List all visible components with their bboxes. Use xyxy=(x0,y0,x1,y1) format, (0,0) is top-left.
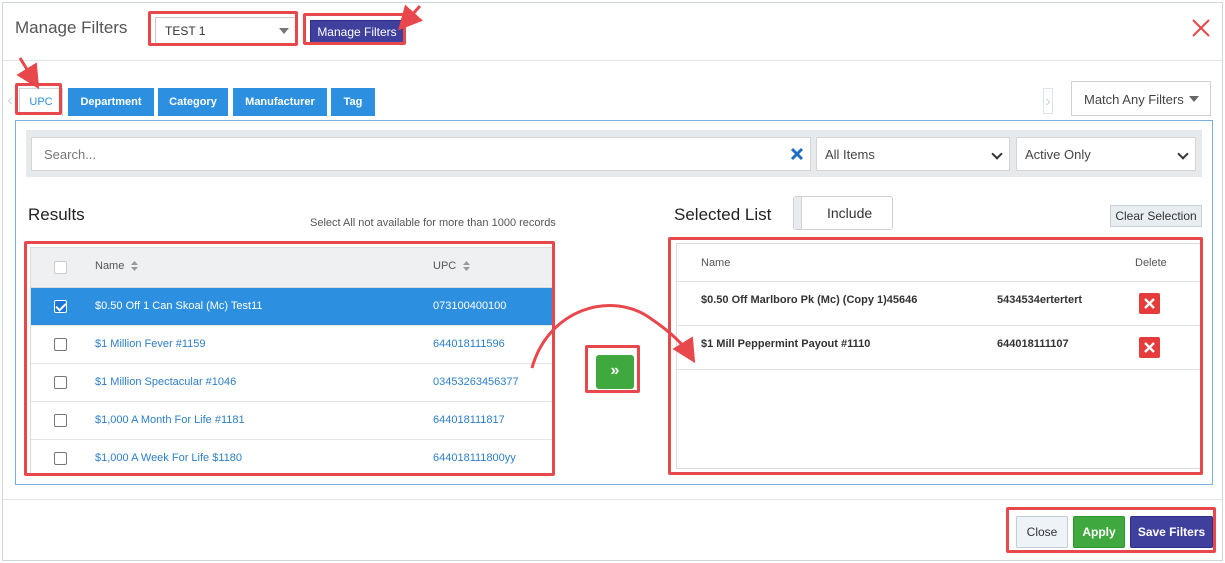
delete-button[interactable] xyxy=(1139,337,1160,358)
tab-scroll-right-icon[interactable]: › xyxy=(1043,88,1053,114)
clear-selection-button[interactable]: Clear Selection xyxy=(1110,205,1202,227)
row-checkbox[interactable] xyxy=(54,414,67,427)
double-chevron-right-icon: » xyxy=(610,362,620,379)
close-icon xyxy=(1144,342,1155,353)
save-filters-button[interactable]: Save Filters xyxy=(1130,516,1213,548)
selected-item-upc: 644018111107 xyxy=(997,338,1069,350)
list-item: $0.50 Off Marlboro Pk (Mc) (Copy 1)45646… xyxy=(677,282,1202,326)
row-name: $1,000 A Week For Life $1180 xyxy=(95,452,242,464)
select-all-checkbox[interactable] xyxy=(54,261,67,274)
table-row[interactable]: $1 Million Spectacular #1046 03453263456… xyxy=(31,364,553,402)
column-header-name: Name xyxy=(701,257,731,269)
row-checkbox[interactable] xyxy=(54,452,67,465)
manage-filters-modal: Manage Filters TEST 1 Manage Filters ‹ U… xyxy=(2,2,1223,561)
column-upc-label: UPC xyxy=(433,260,457,272)
close-icon[interactable] xyxy=(1190,17,1212,39)
column-name-label: Name xyxy=(95,260,125,272)
row-upc: 644018111800yy xyxy=(433,452,516,464)
row-checkbox[interactable] xyxy=(54,376,67,389)
row-upc: 644018111817 xyxy=(433,414,505,426)
row-upc: 03453263456377 xyxy=(433,376,519,388)
close-icon xyxy=(1144,298,1155,309)
match-mode-value: Match Any Filters xyxy=(1084,92,1184,107)
search-bar: Search... All Items Active Only xyxy=(26,130,1202,177)
chevron-down-icon xyxy=(991,148,1003,160)
items-select-value: All Items xyxy=(825,147,875,162)
close-button[interactable]: Close xyxy=(1016,516,1068,548)
caret-down-icon xyxy=(1189,96,1199,102)
tab-department[interactable]: Department xyxy=(68,88,154,116)
search-placeholder: Search... xyxy=(44,147,97,162)
apply-button[interactable]: Apply xyxy=(1073,516,1125,548)
delete-button[interactable] xyxy=(1139,293,1160,314)
tab-category[interactable]: Category xyxy=(158,88,228,116)
row-name: $1 Million Spectacular #1046 xyxy=(95,376,237,388)
tab-tag[interactable]: Tag xyxy=(331,88,375,116)
tab-scroll-left-icon[interactable]: ‹ xyxy=(5,88,15,114)
chevron-down-icon xyxy=(1177,148,1189,160)
filter-select[interactable]: TEST 1 xyxy=(155,17,297,45)
table-row[interactable]: $1,000 A Week For Life $1180 64401811180… xyxy=(31,440,553,475)
row-name: $1,000 A Month For Life #1181 xyxy=(95,414,245,426)
include-exclude-toggle[interactable]: Include xyxy=(793,196,893,230)
selected-list-title: Selected List xyxy=(674,205,772,224)
manage-filters-button[interactable]: Manage Filters xyxy=(310,20,404,44)
selected-table-header: Name Delete xyxy=(677,244,1202,282)
row-name: $0.50 Off 1 Can Skoal (Mc) Test11 xyxy=(95,300,263,312)
column-header-delete: Delete xyxy=(1135,257,1167,269)
add-to-selected-button[interactable]: » xyxy=(596,355,634,389)
header-divider xyxy=(3,60,1222,61)
table-row[interactable]: $0.50 Off 1 Can Skoal (Mc) Test11 073100… xyxy=(31,288,553,326)
table-row[interactable]: $1 Million Fever #1159 644018111596 xyxy=(31,326,553,364)
modal-title: Manage Filters xyxy=(15,18,128,37)
results-table: Name UPC $0.50 Off 1 Can Skoal (Mc) Test… xyxy=(30,247,554,476)
close-x-icon xyxy=(1192,19,1210,37)
status-select-value: Active Only xyxy=(1025,147,1091,162)
filter-select-value: TEST 1 xyxy=(165,24,206,38)
results-table-header: Name UPC xyxy=(31,248,553,288)
sort-icon xyxy=(131,261,139,272)
footer-divider xyxy=(3,499,1222,500)
row-upc: 644018111596 xyxy=(433,338,505,350)
tab-upc[interactable]: UPC xyxy=(19,88,63,116)
row-checkbox[interactable] xyxy=(54,300,67,313)
selected-list-table: Name Delete $0.50 Off Marlboro Pk (Mc) (… xyxy=(676,243,1203,469)
toggle-label: Include xyxy=(827,205,873,221)
table-row[interactable]: $1,000 A Month For Life #1181 6440181118… xyxy=(31,402,553,440)
caret-down-icon xyxy=(279,28,289,34)
selected-item-name: $0.50 Off Marlboro Pk (Mc) (Copy 1)45646 xyxy=(701,294,918,306)
tab-manufacturer[interactable]: Manufacturer xyxy=(233,88,327,116)
row-name: $1 Million Fever #1159 xyxy=(95,338,206,350)
row-upc: 073100400100 xyxy=(433,300,507,312)
select-all-note: Select All not available for more than 1… xyxy=(310,217,556,229)
column-header-upc[interactable]: UPC xyxy=(433,260,471,272)
column-header-name[interactable]: Name xyxy=(95,260,139,272)
row-checkbox[interactable] xyxy=(54,338,67,351)
status-select[interactable]: Active Only xyxy=(1016,137,1196,171)
selected-item-upc: 5434534ertertert xyxy=(997,294,1083,306)
list-item: $1 Mill Peppermint Payout #1110 64401811… xyxy=(677,326,1202,370)
results-title: Results xyxy=(28,205,85,224)
items-select[interactable]: All Items xyxy=(816,137,1010,171)
clear-search-icon[interactable] xyxy=(790,147,804,161)
search-input[interactable]: Search... xyxy=(31,137,811,171)
selected-item-name: $1 Mill Peppermint Payout #1110 xyxy=(701,338,871,350)
sort-icon xyxy=(463,261,471,272)
match-mode-select[interactable]: Match Any Filters xyxy=(1071,81,1211,116)
toggle-knob xyxy=(794,197,802,229)
